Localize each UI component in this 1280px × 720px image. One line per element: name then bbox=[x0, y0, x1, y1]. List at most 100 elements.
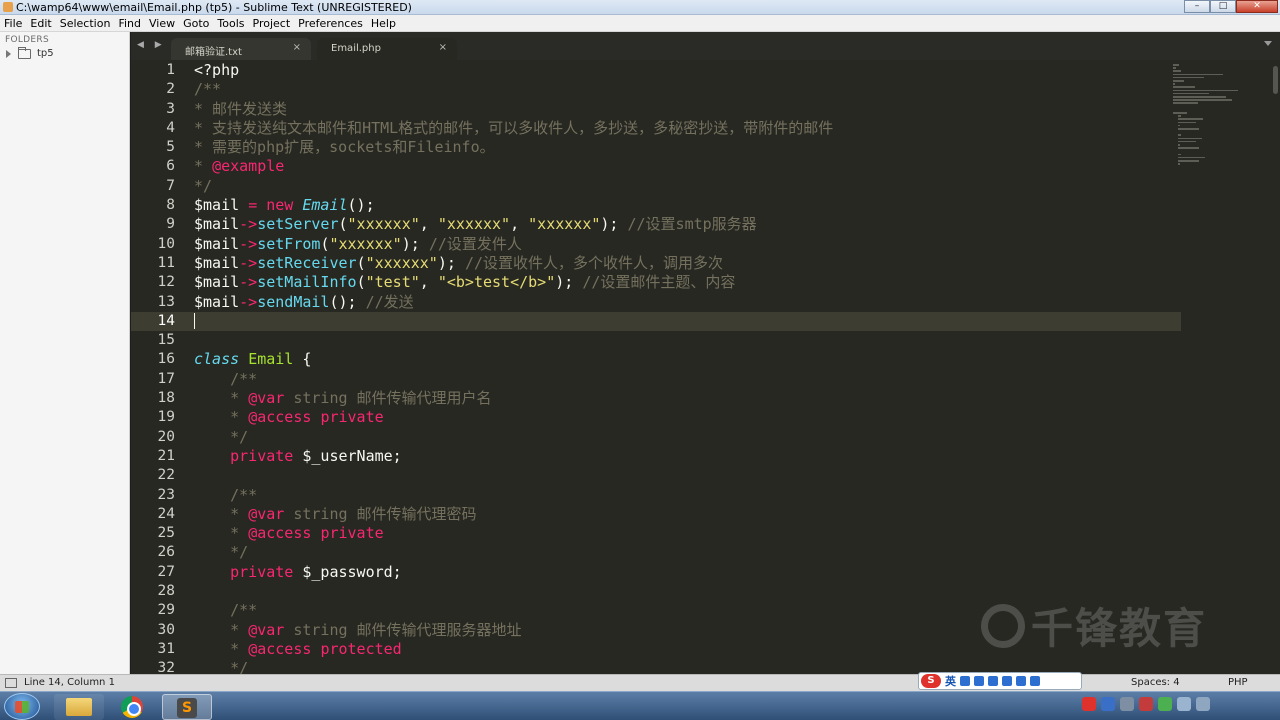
code-line[interactable]: 16 class Email { bbox=[131, 350, 1181, 369]
ime-user-icon[interactable] bbox=[1002, 676, 1012, 686]
line-code[interactable]: $mail = new Email(); bbox=[194, 196, 375, 215]
code-line[interactable]: 10 $mail->setFrom("xxxxxx"); //设置发件人 bbox=[131, 235, 1181, 254]
line-code[interactable]: /** bbox=[194, 486, 257, 505]
line-code[interactable] bbox=[194, 312, 195, 331]
code-line[interactable]: 23 /** bbox=[131, 486, 1181, 505]
close-button[interactable]: ✕ bbox=[1236, 0, 1278, 13]
code-line[interactable]: 7 */ bbox=[131, 177, 1181, 196]
tab-email-php[interactable]: Email.php × bbox=[317, 38, 457, 60]
menu-view[interactable]: View bbox=[145, 15, 179, 31]
code-line[interactable]: 19 * @access private bbox=[131, 408, 1181, 427]
taskbar-sublime-text[interactable]: S bbox=[162, 694, 212, 720]
taskbar-explorer[interactable] bbox=[54, 694, 104, 720]
line-code[interactable]: <?php bbox=[194, 61, 239, 80]
menu-edit[interactable]: Edit bbox=[26, 15, 55, 31]
panel-toggle-icon[interactable] bbox=[5, 678, 17, 688]
ime-punctuation-icon[interactable] bbox=[960, 676, 970, 686]
menu-help[interactable]: Help bbox=[367, 15, 400, 31]
ime-toolbar[interactable]: S 英 bbox=[918, 672, 1082, 690]
code-line[interactable]: 1 <?php bbox=[131, 61, 1181, 80]
menu-preferences[interactable]: Preferences bbox=[294, 15, 367, 31]
line-code[interactable]: */ bbox=[194, 428, 248, 447]
line-code[interactable]: * 支持发送纯文本邮件和HTML格式的邮件，可以多收件人，多抄送，多秘密抄送，带… bbox=[194, 119, 833, 138]
code-line[interactable]: 27 private $_password; bbox=[131, 563, 1181, 582]
display-tray-icon[interactable] bbox=[1196, 697, 1210, 711]
line-code[interactable]: * @example bbox=[194, 157, 284, 176]
line-code[interactable]: * @var string 邮件传输代理服务器地址 bbox=[194, 621, 521, 640]
line-code[interactable]: */ bbox=[194, 543, 248, 562]
line-code[interactable]: $mail->sendMail(); //发送 bbox=[194, 293, 414, 312]
line-code[interactable]: /** bbox=[194, 80, 221, 99]
scrollbar-thumb[interactable] bbox=[1273, 66, 1278, 94]
tab-menu-chevron-icon[interactable] bbox=[1264, 41, 1272, 46]
code-line[interactable]: 13 $mail->sendMail(); //发送 bbox=[131, 293, 1181, 312]
expand-arrow-icon[interactable] bbox=[6, 49, 11, 58]
menu-goto[interactable]: Goto bbox=[179, 15, 213, 31]
line-code[interactable]: /** bbox=[194, 370, 257, 389]
code-editor[interactable]: 1 <?php 2 /** 3 * 邮件发送类 4 * 支持发送纯文本邮件和HTML格式的邮件… bbox=[131, 60, 1269, 674]
code-line[interactable]: 12 $mail->setMailInfo("test", "<b>test</b… bbox=[131, 273, 1181, 292]
line-code[interactable]: * 邮件发送类 bbox=[194, 100, 287, 119]
code-line[interactable]: 15 bbox=[131, 331, 1181, 350]
menu-selection[interactable]: Selection bbox=[56, 15, 115, 31]
tab-close-icon[interactable]: × bbox=[293, 42, 301, 53]
line-code[interactable]: private $_password; bbox=[194, 563, 402, 582]
code-line[interactable]: 21 private $_userName; bbox=[131, 447, 1181, 466]
line-code[interactable]: private $_userName; bbox=[194, 447, 402, 466]
line-code[interactable]: * @var string 邮件传输代理密码 bbox=[194, 505, 476, 524]
sogou-tray-icon[interactable] bbox=[1082, 697, 1096, 711]
menu-file[interactable]: File bbox=[0, 15, 26, 31]
ime-language[interactable]: 英 bbox=[945, 673, 956, 689]
code-line[interactable]: 24 * @var string 邮件传输代理密码 bbox=[131, 505, 1181, 524]
tab-email-verify-txt[interactable]: 邮箱验证.txt × bbox=[171, 38, 311, 60]
code-line[interactable]: 20 */ bbox=[131, 428, 1181, 447]
tab-navigation-arrows-icon[interactable]: ◀ ▶ bbox=[137, 40, 166, 50]
code-line[interactable]: 3 * 邮件发送类 bbox=[131, 100, 1181, 119]
maximize-button[interactable]: □ bbox=[1210, 0, 1236, 13]
code-line[interactable]: 14 bbox=[131, 311, 1181, 332]
code-line[interactable]: 26 */ bbox=[131, 543, 1181, 562]
indentation-setting[interactable]: Spaces: 4 bbox=[1131, 677, 1180, 688]
line-code[interactable]: $mail->setMailInfo("test", "<b>test</b>"… bbox=[194, 273, 735, 292]
menu-tools[interactable]: Tools bbox=[213, 15, 248, 31]
menu-find[interactable]: Find bbox=[114, 15, 145, 31]
code-line[interactable]: 17 /** bbox=[131, 370, 1181, 389]
minimap[interactable] bbox=[1173, 64, 1263, 670]
syntax-selector[interactable]: PHP bbox=[1228, 677, 1248, 688]
start-button[interactable] bbox=[4, 693, 40, 720]
code-line[interactable]: 5 * 需要的php扩展，sockets和Fileinfo。 bbox=[131, 138, 1181, 157]
ime-tools-icon[interactable] bbox=[1030, 676, 1040, 686]
code-line[interactable]: 11 $mail->setReceiver("xxxxxx"); //设置收件人，… bbox=[131, 254, 1181, 273]
code-line[interactable]: 9 $mail->setServer("xxxxxx", "xxxxxx", "x… bbox=[131, 215, 1181, 234]
line-code[interactable]: * @access private bbox=[194, 524, 384, 543]
line-code[interactable]: * 需要的php扩展，sockets和Fileinfo。 bbox=[194, 138, 495, 157]
code-line[interactable]: 2 /** bbox=[131, 80, 1181, 99]
volume-tray-icon[interactable] bbox=[1177, 697, 1191, 711]
vertical-scrollbar[interactable] bbox=[1269, 60, 1280, 674]
line-code[interactable]: * @var string 邮件传输代理用户名 bbox=[194, 389, 491, 408]
taskbar-chrome[interactable] bbox=[108, 694, 158, 720]
help-tray-icon[interactable] bbox=[1101, 697, 1115, 711]
security-tray-icon[interactable] bbox=[1139, 697, 1153, 711]
tab-close-icon[interactable]: × bbox=[439, 42, 447, 53]
line-code[interactable]: /** bbox=[194, 601, 257, 620]
ime-skin-icon[interactable] bbox=[1016, 676, 1026, 686]
line-code[interactable]: $mail->setServer("xxxxxx", "xxxxxx", "xx… bbox=[194, 215, 757, 234]
ime-keyboard-icon[interactable] bbox=[988, 676, 998, 686]
network-tray-icon[interactable] bbox=[1120, 697, 1134, 711]
menu-project[interactable]: Project bbox=[249, 15, 295, 31]
code-line[interactable]: 22 bbox=[131, 466, 1181, 485]
code-line[interactable]: 25 * @access private bbox=[131, 524, 1181, 543]
code-line[interactable]: 8 $mail = new Email(); bbox=[131, 196, 1181, 215]
code-line[interactable]: 6 * @example bbox=[131, 157, 1181, 176]
line-code[interactable]: $mail->setFrom("xxxxxx"); //设置发件人 bbox=[194, 235, 522, 254]
code-line[interactable]: 4 * 支持发送纯文本邮件和HTML格式的邮件，可以多收件人，多抄送，多秘密抄送，… bbox=[131, 119, 1181, 138]
sidebar-folder-tp5[interactable]: tp5 bbox=[6, 46, 54, 59]
line-code[interactable]: * @access protected bbox=[194, 640, 402, 659]
line-code[interactable]: */ bbox=[194, 177, 212, 196]
line-code[interactable]: * @access private bbox=[194, 408, 384, 427]
line-code[interactable]: */ bbox=[194, 659, 248, 674]
minimize-button[interactable]: – bbox=[1184, 0, 1210, 13]
ime-voice-icon[interactable] bbox=[974, 676, 984, 686]
line-code[interactable]: class Email { bbox=[194, 350, 311, 369]
